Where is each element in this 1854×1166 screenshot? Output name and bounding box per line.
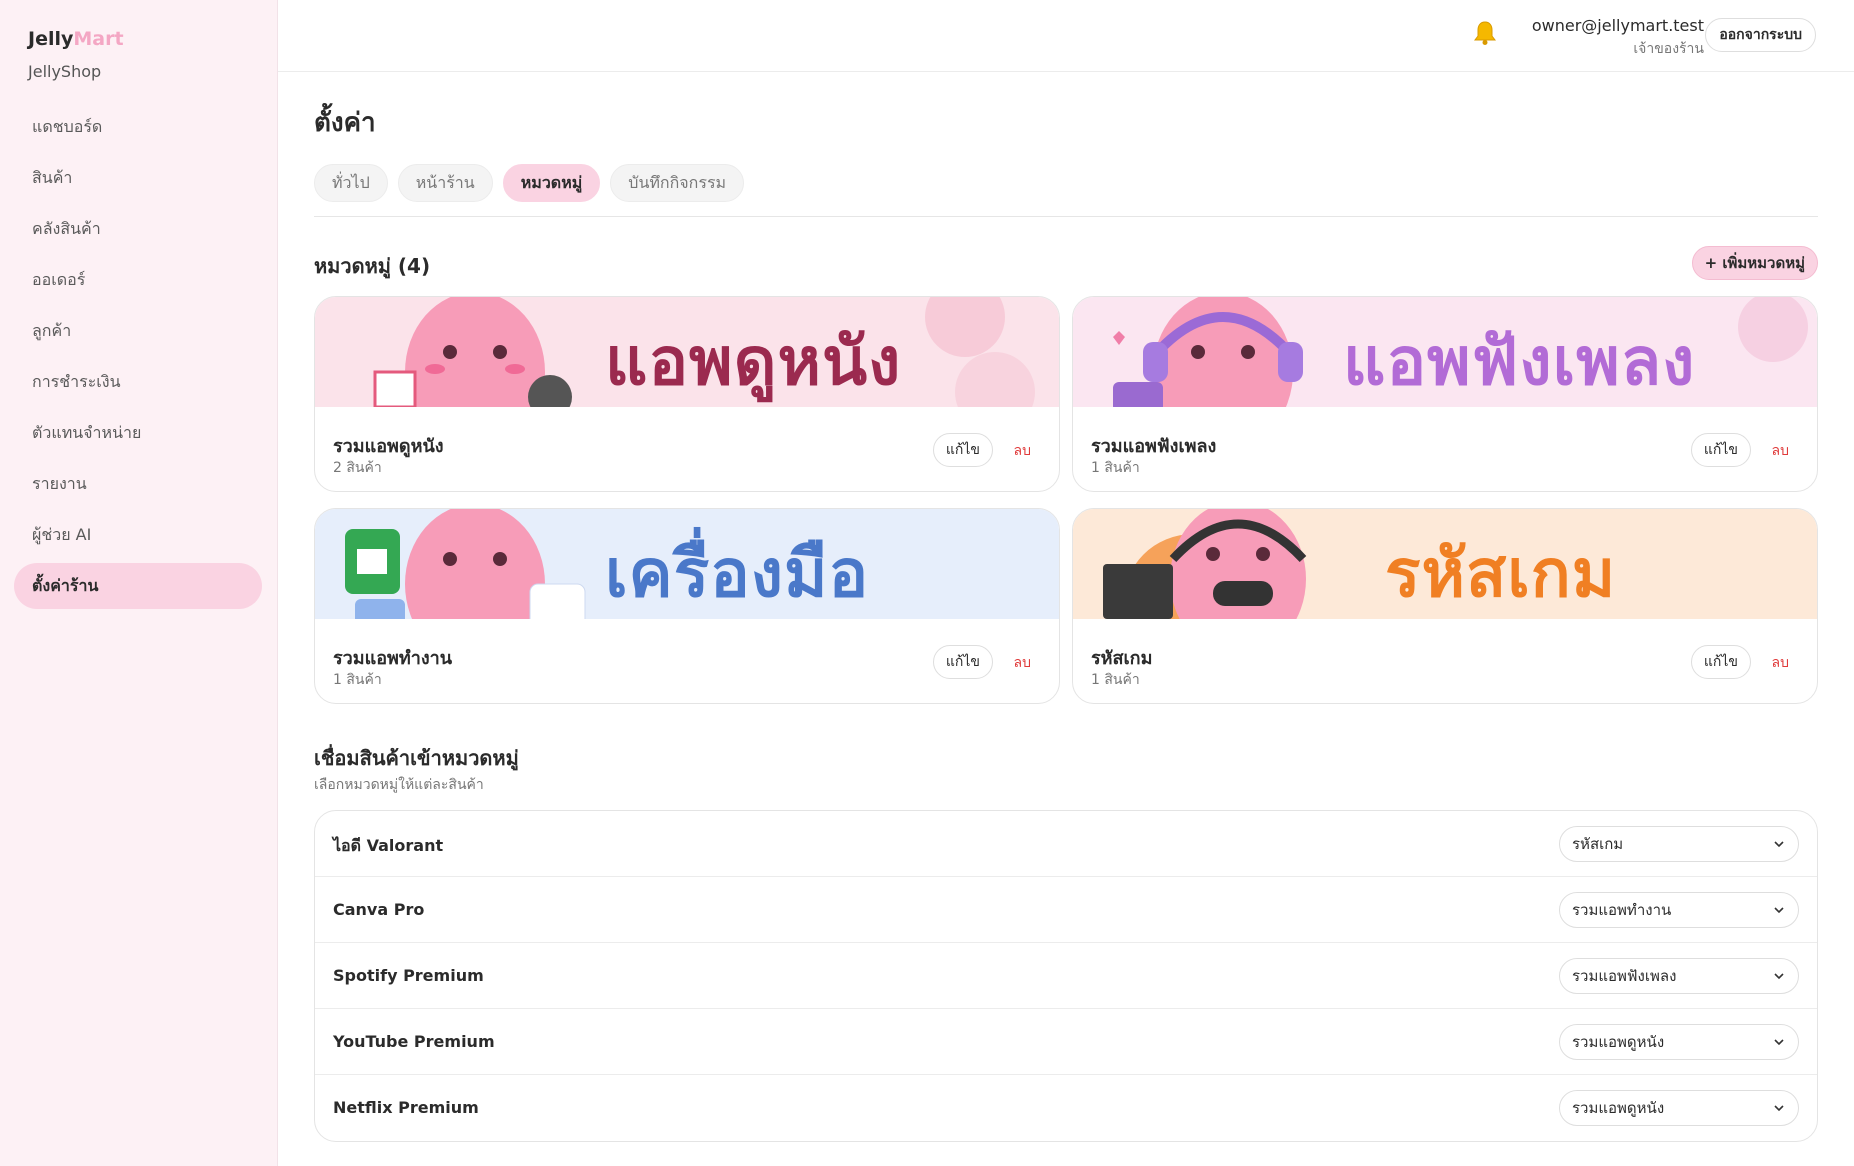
sidebar-item-customers[interactable]: ลูกค้า	[14, 308, 262, 354]
edit-category-button[interactable]: แก้ไข	[1690, 645, 1751, 679]
link-products-title: เชื่อมสินค้าเข้าหมวดหมู่	[314, 746, 519, 770]
category-product-count: 1 สินค้า	[1091, 672, 1140, 688]
sidebar-item-payments[interactable]: การชำระเงิน	[14, 359, 262, 405]
category-banner-text: แอพฟังเพลง	[1343, 323, 1696, 400]
category-select[interactable]: รวมแอพดูหนัง	[1559, 1090, 1799, 1126]
category-banner: แอพดูหนัง	[315, 297, 1059, 407]
product-name: ไอดี Valorant	[333, 836, 444, 855]
category-name: รวมแอพทำงาน	[333, 648, 453, 669]
chevron-down-icon	[1772, 1035, 1786, 1049]
add-category-button[interactable]: + เพิ่มหมวดหมู่	[1691, 246, 1818, 280]
edit-category-button[interactable]: แก้ไข	[932, 645, 993, 679]
delete-category-button[interactable]: ลบ	[1014, 652, 1031, 674]
product-name: YouTube Premium	[333, 1032, 495, 1051]
tab-general[interactable]: ทั่วไป	[314, 164, 388, 202]
table-row: Netflix Premium รวมแอพดูหนัง	[315, 1075, 1817, 1141]
tabs-divider	[314, 216, 1818, 217]
table-row: ไอดี Valorant รหัสเกม	[315, 811, 1817, 877]
chevron-down-icon	[1772, 903, 1786, 917]
sidebar: JellyMart JellyShop แดชบอร์ด สินค้า คลัง…	[0, 0, 278, 1166]
sidebar-item-dashboard[interactable]: แดชบอร์ด	[14, 104, 262, 150]
tab-activity-log[interactable]: บันทึกกิจกรรม	[610, 164, 745, 202]
user-role: เจ้าของร้าน	[1633, 41, 1704, 57]
category-select-value: รวมแอพดูหนัง	[1572, 1099, 1665, 1117]
product-name: Netflix Premium	[333, 1098, 479, 1117]
sidebar-item-products[interactable]: สินค้า	[14, 155, 262, 201]
page-title: ตั้งค่า	[314, 108, 376, 138]
logout-button[interactable]: ออกจากระบบ	[1705, 18, 1816, 52]
delete-category-button[interactable]: ลบ	[1772, 652, 1789, 674]
category-banner-text: เครื่องมือทำงาน	[605, 535, 870, 612]
category-banner-text: รหัสเกม	[1385, 535, 1617, 612]
category-select-value: รหัสเกม	[1572, 835, 1624, 853]
top-bar: owner@jellymart.test เจ้าของร้าน ออกจากร…	[278, 0, 1854, 72]
tab-categories[interactable]: หมวดหมู่	[502, 164, 601, 202]
category-select[interactable]: รวมแอพดูหนัง	[1559, 1024, 1799, 1060]
table-row: Canva Pro รวมแอพทำงาน	[315, 877, 1817, 943]
bell-icon[interactable]	[1473, 20, 1497, 46]
category-card: แอพดูหนัง รวมแอพดูหนัง 2 สินค้า แก้ไข ลบ	[314, 296, 1060, 492]
category-product-count: 2 สินค้า	[333, 460, 382, 476]
category-select-value: รวมแอพฟังเพลง	[1572, 967, 1677, 985]
table-row: Spotify Premium รวมแอพฟังเพลง	[315, 943, 1817, 1009]
category-select-value: รวมแอพทำงาน	[1572, 901, 1672, 919]
sidebar-item-reports[interactable]: รายงาน	[14, 461, 262, 507]
delete-category-button[interactable]: ลบ	[1014, 440, 1031, 462]
category-card: รหัสเกม รหัสเกม 1 สินค้า แก้ไข ลบ	[1072, 508, 1818, 704]
chevron-down-icon	[1772, 837, 1786, 851]
category-product-count: 1 สินค้า	[1091, 460, 1140, 476]
sidebar-item-shop-settings[interactable]: ตั้งค่าร้าน	[14, 563, 262, 609]
category-select-value: รวมแอพดูหนัง	[1572, 1033, 1665, 1051]
category-name: รหัสเกม	[1091, 648, 1153, 669]
category-banner: รหัสเกม	[1073, 509, 1817, 619]
category-banner: เครื่องมือทำงาน	[315, 509, 1059, 619]
sidebar-item-ai-assistant[interactable]: ผู้ช่วย AI	[14, 512, 262, 558]
chevron-down-icon	[1772, 969, 1786, 983]
category-banner-text: แอพดูหนัง	[605, 323, 902, 400]
product-name: Canva Pro	[333, 900, 425, 919]
tab-storefront[interactable]: หน้าร้าน	[397, 164, 493, 202]
category-banner: แอพฟังเพลง	[1073, 297, 1817, 407]
shop-name: JellyShop	[28, 62, 102, 81]
product-category-table: ไอดี Valorant รหัสเกม Canva Pro รวมแอพทำ…	[314, 810, 1818, 1142]
sidebar-item-orders[interactable]: ออเดอร์	[14, 257, 262, 303]
user-email: owner@jellymart.test	[1531, 16, 1704, 35]
table-row: YouTube Premium รวมแอพดูหนัง	[315, 1009, 1817, 1075]
brand-logo[interactable]: JellyMart	[28, 28, 124, 50]
edit-category-button[interactable]: แก้ไข	[932, 433, 993, 467]
category-card: เครื่องมือทำงาน รวมแอพทำงาน 1 สินค้า แก้…	[314, 508, 1060, 704]
category-select[interactable]: รวมแอพฟังเพลง	[1559, 958, 1799, 994]
chevron-down-icon	[1772, 1101, 1786, 1115]
category-name: รวมแอพดูหนัง	[333, 436, 444, 457]
category-select[interactable]: รวมแอพทำงาน	[1559, 892, 1799, 928]
category-product-count: 1 สินค้า	[333, 672, 382, 688]
category-name: รวมแอพฟังเพลง	[1091, 436, 1217, 457]
delete-category-button[interactable]: ลบ	[1772, 440, 1789, 462]
sidebar-item-resellers[interactable]: ตัวแทนจำหน่าย	[14, 410, 262, 456]
sidebar-item-inventory[interactable]: คลังสินค้า	[14, 206, 262, 252]
product-name: Spotify Premium	[333, 966, 484, 985]
edit-category-button[interactable]: แก้ไข	[1690, 433, 1751, 467]
category-card: แอพฟังเพลง รวมแอพฟังเพลง 1 สินค้า แก้ไข …	[1072, 296, 1818, 492]
category-select[interactable]: รหัสเกม	[1559, 826, 1799, 862]
sidebar-nav: แดชบอร์ด สินค้า คลังสินค้า ออเดอร์ ลูกค้…	[14, 104, 262, 614]
settings-tabs: ทั่วไป หน้าร้าน หมวดหมู่ บันทึกกิจกรรม	[314, 164, 754, 202]
link-products-subtitle: เลือกหมวดหมู่ให้แต่ละสินค้า	[314, 777, 484, 793]
categories-title: หมวดหมู่ (4)	[314, 254, 431, 278]
